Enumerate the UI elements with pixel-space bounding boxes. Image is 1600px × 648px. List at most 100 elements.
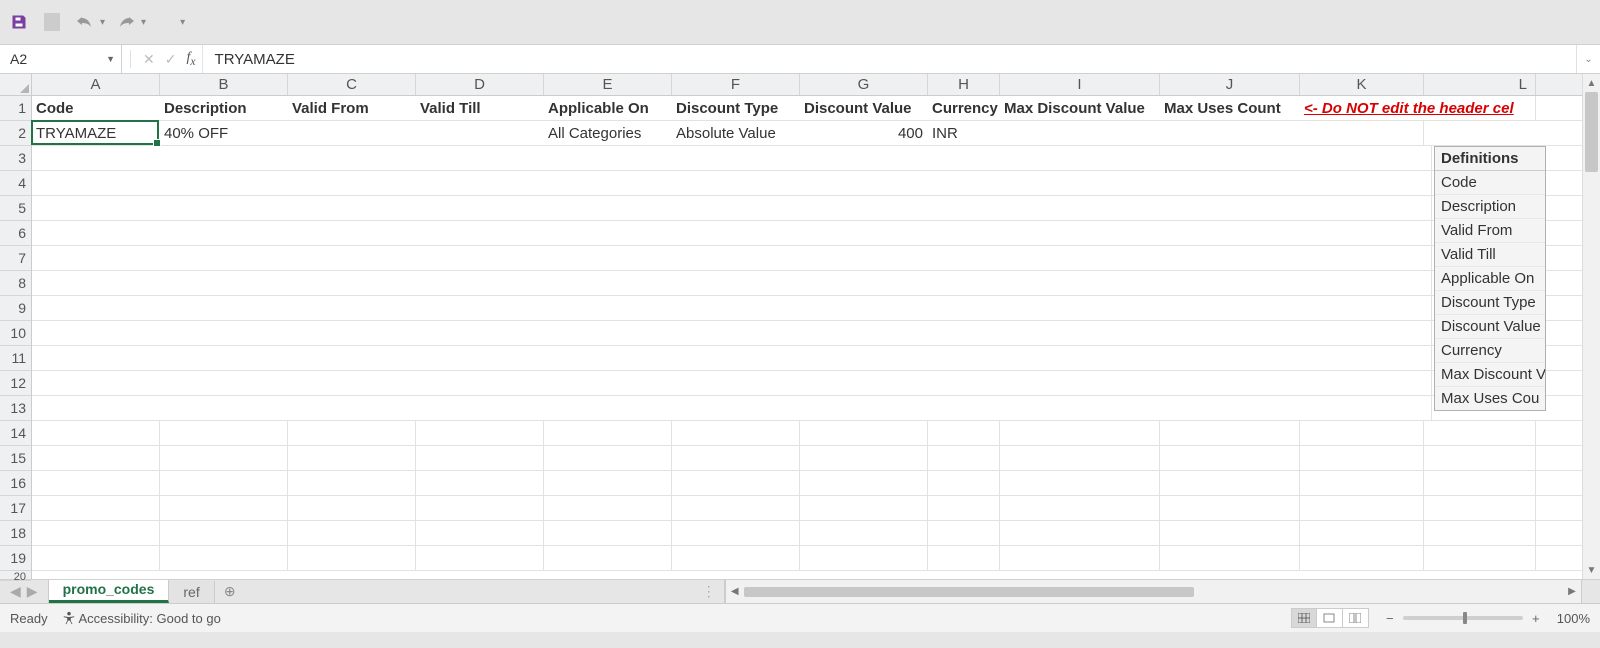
row-header[interactable]: 13 [0,396,31,421]
row-header[interactable]: 20 [0,571,31,581]
col-header-K[interactable]: K [1300,74,1424,95]
scroll-thumb[interactable] [1585,92,1598,172]
cell[interactable] [1424,121,1536,145]
row-header[interactable]: 19 [0,546,31,571]
zoom-in-icon[interactable]: + [1529,611,1543,626]
hscroll-thumb[interactable] [744,587,1195,597]
cancel-icon[interactable]: ✕ [143,51,155,68]
header-cell[interactable]: Applicable On [544,96,672,120]
table-row [32,146,1582,171]
header-cell[interactable]: Discount Type [672,96,800,120]
col-header-B[interactable]: B [160,74,288,95]
redo-dropdown[interactable]: ▾ [141,17,146,28]
row-header[interactable]: 17 [0,496,31,521]
row-header[interactable]: 7 [0,246,31,271]
undo-dropdown[interactable]: ▾ [100,17,105,28]
row-header[interactable]: 6 [0,221,31,246]
cell-max-uses[interactable] [1160,121,1300,145]
definition-item: Discount Type [1435,291,1545,315]
formula-input[interactable]: TRYAMAZE [203,45,1576,73]
cell-currency[interactable]: INR [928,121,1000,145]
row-header[interactable]: 10 [0,321,31,346]
zoom-slider[interactable]: − + [1383,611,1543,626]
customize-qat-dropdown[interactable]: ▾ [180,17,185,28]
cell-discount-value[interactable]: 400 [800,121,928,145]
row-header[interactable]: 18 [0,521,31,546]
header-cell[interactable]: Valid From [288,96,416,120]
header-cell[interactable]: Max Uses Count [1160,96,1300,120]
col-header-I[interactable]: I [1000,74,1160,95]
row-header[interactable]: 1 [0,96,31,121]
row-header[interactable]: 8 [0,271,31,296]
definition-item: Max Uses Cou [1435,387,1545,410]
header-cell[interactable]: Code [32,96,160,120]
horizontal-scrollbar[interactable]: ◀ ▶ [725,580,1582,603]
name-box[interactable]: A2 ▼ [0,45,122,73]
tab-prev-icon[interactable]: ◀ [10,583,21,600]
header-cell[interactable]: Currency [928,96,1000,120]
col-header-E[interactable]: E [544,74,672,95]
definition-item: Currency [1435,339,1545,363]
cell-valid-till[interactable] [416,121,544,145]
cell-valid-from[interactable] [288,121,416,145]
sheet-tab[interactable]: ref [169,581,214,603]
row-header[interactable]: 9 [0,296,31,321]
scroll-left-icon[interactable]: ◀ [726,586,744,597]
accessibility-status[interactable]: Accessibility: Good to go [62,611,221,626]
scroll-down-icon[interactable]: ▼ [1583,561,1600,579]
col-header-L[interactable]: L [1424,74,1536,95]
row-header[interactable]: 5 [0,196,31,221]
scroll-right-icon[interactable]: ▶ [1563,586,1581,597]
row-header[interactable]: 3 [0,146,31,171]
expand-formula-bar[interactable]: ⌄ [1576,45,1600,73]
row-header[interactable]: 14 [0,421,31,446]
col-header-J[interactable]: J [1160,74,1300,95]
col-header-D[interactable]: D [416,74,544,95]
header-cell[interactable]: Max Discount Value [1000,96,1160,120]
redo-icon[interactable] [115,11,137,33]
view-page-break-icon[interactable] [1343,608,1369,628]
header-cell[interactable]: Description [160,96,288,120]
cell-applicable-on[interactable]: All Categories [544,121,672,145]
row-header[interactable]: 16 [0,471,31,496]
col-header-F[interactable]: F [672,74,800,95]
chevron-down-icon[interactable]: ▼ [106,54,115,64]
row-header[interactable]: 15 [0,446,31,471]
header-cell[interactable]: Valid Till [416,96,544,120]
col-header-G[interactable]: G [800,74,928,95]
scroll-up-icon[interactable]: ▲ [1583,74,1600,92]
col-header-C[interactable]: C [288,74,416,95]
undo-icon[interactable] [74,11,96,33]
row-header[interactable]: 4 [0,171,31,196]
sheet-tab-active[interactable]: promo_codes [49,578,170,603]
vertical-scrollbar[interactable]: ▲ ▼ [1582,74,1600,579]
cell[interactable] [1300,121,1424,145]
tab-next-icon[interactable]: ▶ [27,583,38,600]
hscroll-track[interactable] [744,585,1563,599]
spreadsheet-grid[interactable]: A B C D E F G H I J K L 1 2 3 4 5 6 7 8 … [0,74,1600,580]
col-header-H[interactable]: H [928,74,1000,95]
view-normal-icon[interactable] [1291,608,1317,628]
zoom-thumb[interactable] [1463,612,1467,624]
table-row [32,546,1582,571]
header-cell[interactable]: Discount Value [800,96,928,120]
view-page-layout-icon[interactable] [1317,608,1343,628]
row-header[interactable]: 11 [0,346,31,371]
cell-description[interactable]: 40% OFF [160,121,288,145]
cell-max-discount[interactable] [1000,121,1160,145]
header-warning-cell[interactable]: <- Do NOT edit the header cel [1300,96,1536,120]
add-sheet-button[interactable]: ⊕ [215,580,245,603]
cells-area[interactable]: Code Description Valid From Valid Till A… [32,96,1582,579]
scroll-track[interactable] [1583,92,1600,561]
zoom-value[interactable]: 100% [1557,611,1590,626]
row-header[interactable]: 12 [0,371,31,396]
select-all-corner[interactable] [0,74,32,96]
cell-code[interactable]: TRYAMAZE [32,121,160,145]
cell-discount-type[interactable]: Absolute Value [672,121,800,145]
save-icon[interactable] [8,11,30,33]
zoom-out-icon[interactable]: − [1383,611,1397,626]
enter-icon[interactable]: ✓ [165,51,177,68]
row-header[interactable]: 2 [0,121,31,146]
fx-icon[interactable]: fx [186,50,195,68]
col-header-A[interactable]: A [32,74,160,95]
